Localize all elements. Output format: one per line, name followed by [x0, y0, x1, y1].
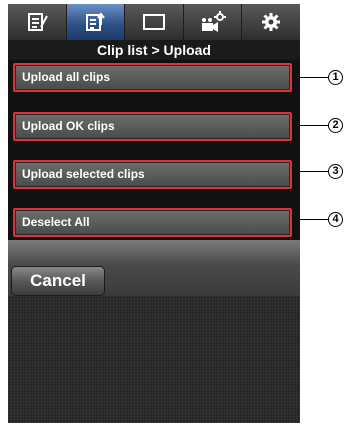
- tab-bar: [8, 4, 300, 40]
- callout-line-4: [300, 219, 328, 220]
- callout-number-4: 4: [328, 212, 343, 227]
- clip-upload-icon: [84, 12, 106, 32]
- button-bar: Cancel: [8, 240, 300, 296]
- gear-icon: [261, 12, 281, 32]
- camera-settings-icon: [200, 11, 226, 33]
- empty-area: [8, 296, 300, 423]
- callout-number-2: 2: [328, 118, 343, 133]
- display-icon: [142, 13, 166, 31]
- cancel-button[interactable]: Cancel: [11, 266, 105, 296]
- memo-icon: [26, 12, 48, 32]
- callout-line-2: [300, 125, 328, 126]
- page-title: Clip list > Upload: [8, 40, 300, 60]
- menu-list: Upload all clips Upload OK clips Upload …: [8, 60, 300, 240]
- tab-system-settings[interactable]: [242, 4, 300, 40]
- upload-selected-clips-button[interactable]: Upload selected clips: [13, 160, 292, 189]
- tab-memo[interactable]: [8, 4, 67, 40]
- upload-all-clips-button[interactable]: Upload all clips: [13, 63, 292, 92]
- device-screen: Clip list > Upload Upload all clips Uplo…: [8, 4, 300, 423]
- tab-clip-upload[interactable]: [66, 4, 126, 40]
- upload-ok-clips-button[interactable]: Upload OK clips: [13, 112, 292, 141]
- deselect-all-button[interactable]: Deselect All: [13, 208, 292, 237]
- callout-number-3: 3: [328, 164, 343, 179]
- callout-number-1: 1: [328, 70, 343, 85]
- tab-camera-settings[interactable]: [184, 4, 243, 40]
- callout-line-3: [300, 171, 328, 172]
- tab-display[interactable]: [125, 4, 184, 40]
- callout-line-1: [300, 77, 328, 78]
